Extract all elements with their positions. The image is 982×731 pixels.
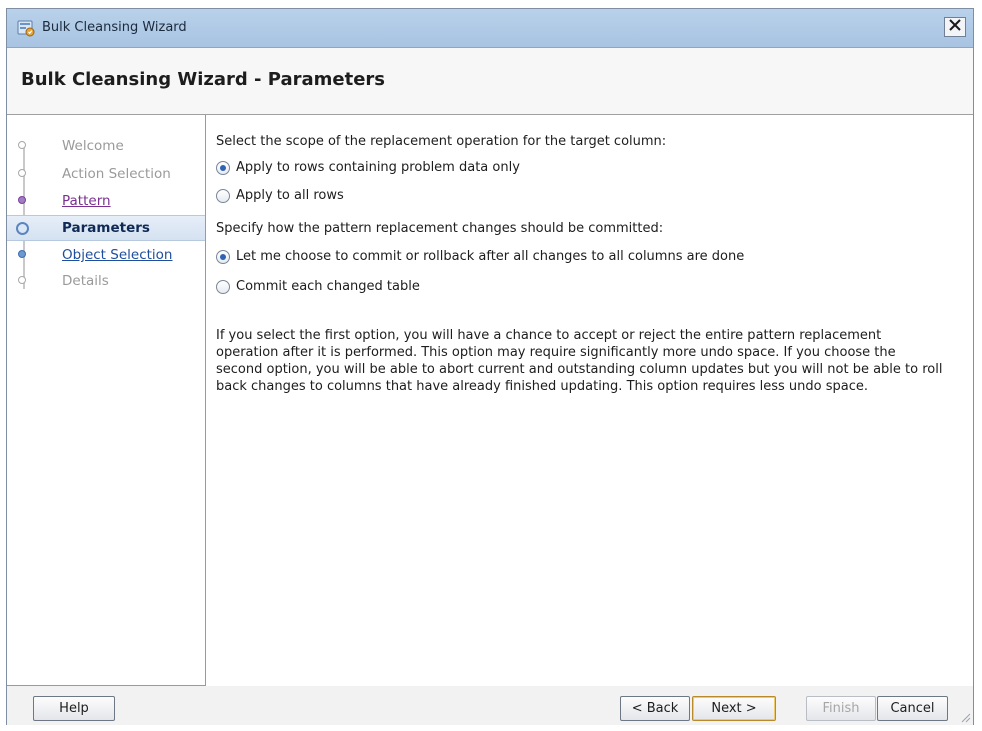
nav-step-label: Details xyxy=(62,273,109,289)
wizard-steps-nav: Welcome Action Selection Pattern Paramet… xyxy=(7,115,206,686)
finish-button: Finish xyxy=(806,696,876,721)
page-title: Bulk Cleansing Wizard - Parameters xyxy=(21,69,385,90)
resize-grip-icon[interactable] xyxy=(959,711,971,723)
commit-option-each-table[interactable]: Commit each changed table xyxy=(216,279,420,294)
nav-step-parameters: Parameters xyxy=(7,215,205,241)
radio-button[interactable] xyxy=(216,188,230,203)
step-indicator-icon xyxy=(18,276,26,284)
commit-option-choose-later[interactable]: Let me choose to commit or rollback afte… xyxy=(216,249,744,264)
explanation-text: If you select the first option, you will… xyxy=(216,328,943,394)
cancel-button[interactable]: Cancel xyxy=(877,696,948,721)
window-title: Bulk Cleansing Wizard xyxy=(42,20,187,35)
nav-step-label: Parameters xyxy=(62,220,150,236)
help-button[interactable]: Help xyxy=(33,696,115,721)
radio-label[interactable]: Apply to all rows xyxy=(236,188,344,203)
nav-step-welcome: Welcome xyxy=(7,133,205,159)
step-indicator-icon xyxy=(18,196,26,204)
back-button[interactable]: < Back xyxy=(620,696,690,721)
scope-option-all-rows[interactable]: Apply to all rows xyxy=(216,188,344,203)
nav-step-object-selection[interactable]: Object Selection xyxy=(7,242,205,268)
wizard-app-icon xyxy=(17,19,35,37)
radio-label[interactable]: Commit each changed table xyxy=(236,279,420,294)
step-indicator-icon xyxy=(18,169,26,177)
nav-step-label: Welcome xyxy=(62,138,124,154)
radio-button-checked[interactable] xyxy=(216,160,230,175)
close-icon xyxy=(949,19,961,35)
scope-prompt: Select the scope of the replacement oper… xyxy=(216,134,667,149)
nav-step-action-selection: Action Selection xyxy=(7,161,205,187)
button-bar: Help < Back Next > Finish Cancel xyxy=(7,686,973,725)
scope-option-problem-rows[interactable]: Apply to rows containing problem data on… xyxy=(216,160,520,175)
page-header: Bulk Cleansing Wizard - Parameters xyxy=(7,48,973,115)
nav-step-label[interactable]: Pattern xyxy=(62,193,111,209)
wizard-window: Bulk Cleansing Wizard Bulk Cleansing Wiz… xyxy=(6,8,974,725)
step-indicator-icon xyxy=(18,250,26,258)
commit-prompt: Specify how the pattern replacement chan… xyxy=(216,221,664,236)
nav-step-label[interactable]: Object Selection xyxy=(62,247,172,263)
nav-step-details: Details xyxy=(7,268,205,294)
radio-button[interactable] xyxy=(216,279,230,294)
nav-step-pattern[interactable]: Pattern xyxy=(7,188,205,214)
radio-label[interactable]: Apply to rows containing problem data on… xyxy=(236,160,520,175)
step-indicator-icon xyxy=(18,141,26,149)
title-bar: Bulk Cleansing Wizard xyxy=(7,9,973,48)
radio-label[interactable]: Let me choose to commit or rollback afte… xyxy=(236,249,744,264)
close-button[interactable] xyxy=(944,17,966,37)
radio-button-checked[interactable] xyxy=(216,249,230,264)
nav-step-label: Action Selection xyxy=(62,166,171,182)
next-button[interactable]: Next > xyxy=(692,696,776,721)
step-indicator-icon xyxy=(16,222,29,235)
